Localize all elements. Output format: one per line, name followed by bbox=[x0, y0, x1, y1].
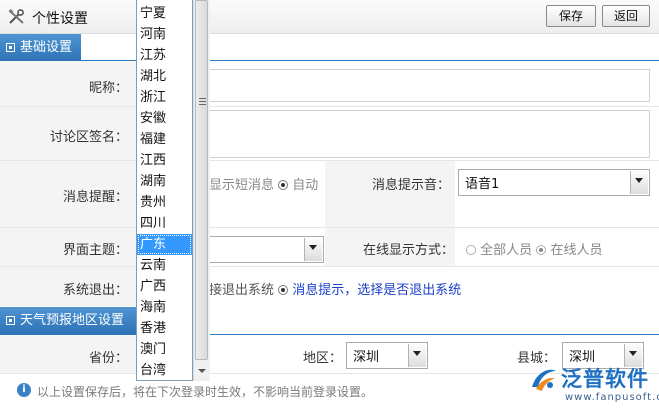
section-weather-header: 天气预报地区设置 bbox=[0, 307, 137, 334]
info-icon: i bbox=[17, 383, 31, 397]
section-basic-title: 基础设置 bbox=[20, 40, 73, 55]
msg-sound-label: 消息提示音： bbox=[371, 178, 450, 193]
msg-sound-value: 语音1 bbox=[465, 177, 500, 192]
province-option[interactable]: 广东 bbox=[137, 234, 192, 255]
county-label: 县城： bbox=[516, 351, 556, 366]
footer-note: 以上设置保存后，将在下次登录时生效，不影响当前登录设置。 bbox=[37, 385, 374, 399]
province-option[interactable]: 福建 bbox=[137, 129, 192, 150]
section-basic-header: 基础设置 bbox=[0, 34, 81, 61]
province-option[interactable]: 云南 bbox=[137, 255, 192, 276]
province-option[interactable]: 江西 bbox=[137, 150, 192, 171]
province-option[interactable]: 海南 bbox=[137, 297, 192, 318]
province-option[interactable]: 四川 bbox=[137, 213, 192, 234]
exit-options: 接退出系统 消息提示，选择是否退出系统 bbox=[209, 279, 461, 298]
grip-icon bbox=[199, 98, 206, 105]
province-option[interactable]: 广西 bbox=[137, 276, 192, 297]
online-options: 全部人员 在线人员 bbox=[466, 239, 602, 258]
region-select[interactable]: 深圳 bbox=[346, 342, 428, 369]
page-title: 个性设置 bbox=[32, 11, 88, 27]
msg-remind-opt1-label: 显示短消息 bbox=[209, 178, 275, 193]
region-label: 地区： bbox=[302, 351, 342, 366]
label-cell bbox=[325, 161, 455, 227]
row-divider bbox=[0, 266, 659, 267]
exit-label: 系统退出： bbox=[62, 283, 128, 298]
province-option[interactable]: 湖北 bbox=[137, 66, 192, 87]
msg-remind-opt2-label: 自动 bbox=[292, 178, 319, 193]
msg-remind-options: 显示短消息 自动 bbox=[209, 174, 318, 193]
province-option[interactable]: 浙江 bbox=[137, 87, 192, 108]
scroll-down-icon[interactable] bbox=[195, 364, 208, 379]
section-weather-title: 天气预报地区设置 bbox=[20, 313, 125, 328]
province-option[interactable]: 宁夏 bbox=[137, 3, 192, 24]
province-option[interactable]: 湖南 bbox=[137, 171, 192, 192]
theme-select[interactable] bbox=[208, 236, 324, 263]
nickname-label: 昵称： bbox=[88, 81, 128, 96]
province-option[interactable]: 河南 bbox=[137, 24, 192, 45]
msg-remind-auto-radio[interactable] bbox=[278, 180, 289, 190]
signature-label: 讨论区签名： bbox=[49, 130, 128, 145]
online-opt2-label: 在线人员 bbox=[550, 243, 603, 258]
region-value: 深圳 bbox=[353, 350, 380, 365]
logo-text: 泛普软件 bbox=[561, 367, 649, 391]
tools-icon bbox=[8, 9, 24, 24]
province-dropdown-list[interactable]: 宁夏 河南 江苏 湖北 浙江 安徽 福建 江西 湖南 贵州 四川 广东 云南 广西 海南 香港 澳门 台湾 bbox=[136, 0, 193, 381]
province-option[interactable]: 贵州 bbox=[137, 192, 192, 213]
msg-sound-select[interactable]: 语音1 bbox=[458, 169, 650, 196]
save-button[interactable]: 保存 bbox=[546, 5, 596, 27]
online-opt1-label: 全部人员 bbox=[480, 243, 533, 258]
chevron-down-icon[interactable] bbox=[304, 238, 322, 261]
theme-label: 界面主题： bbox=[62, 243, 128, 258]
msg-remind-label: 消息提醒： bbox=[62, 190, 128, 205]
fanpu-logo-icon bbox=[532, 369, 556, 391]
exit-prompt-radio[interactable] bbox=[278, 285, 289, 295]
scrollbar-thumb[interactable] bbox=[195, 0, 208, 360]
row-divider bbox=[0, 106, 659, 107]
province-option[interactable]: 台湾 bbox=[137, 360, 192, 381]
online-current-radio[interactable] bbox=[536, 245, 547, 255]
province-label: 省份： bbox=[88, 351, 128, 366]
section-marker-icon bbox=[6, 43, 15, 52]
section-marker-icon bbox=[6, 316, 15, 325]
online-label: 在线显示方式： bbox=[362, 243, 454, 258]
nickname-input[interactable] bbox=[208, 69, 650, 102]
chevron-down-icon[interactable] bbox=[408, 344, 426, 367]
label-column bbox=[0, 61, 137, 306]
exit-opt2-label: 消息提示，选择是否退出系统 bbox=[292, 283, 462, 298]
back-button[interactable]: 返回 bbox=[602, 5, 650, 27]
province-option[interactable]: 香港 bbox=[137, 318, 192, 339]
exit-opt1-label: 接退出系统 bbox=[209, 283, 275, 298]
chevron-down-icon[interactable] bbox=[630, 171, 648, 194]
province-option[interactable]: 澳门 bbox=[137, 339, 192, 360]
online-all-radio[interactable] bbox=[466, 245, 476, 255]
signature-input[interactable] bbox=[208, 110, 650, 158]
province-option[interactable]: 安徽 bbox=[137, 108, 192, 129]
dropdown-scrollbar[interactable] bbox=[193, 0, 210, 381]
province-option[interactable]: 江苏 bbox=[137, 45, 192, 66]
logo-url: www.fanpusoft.com bbox=[565, 392, 659, 403]
